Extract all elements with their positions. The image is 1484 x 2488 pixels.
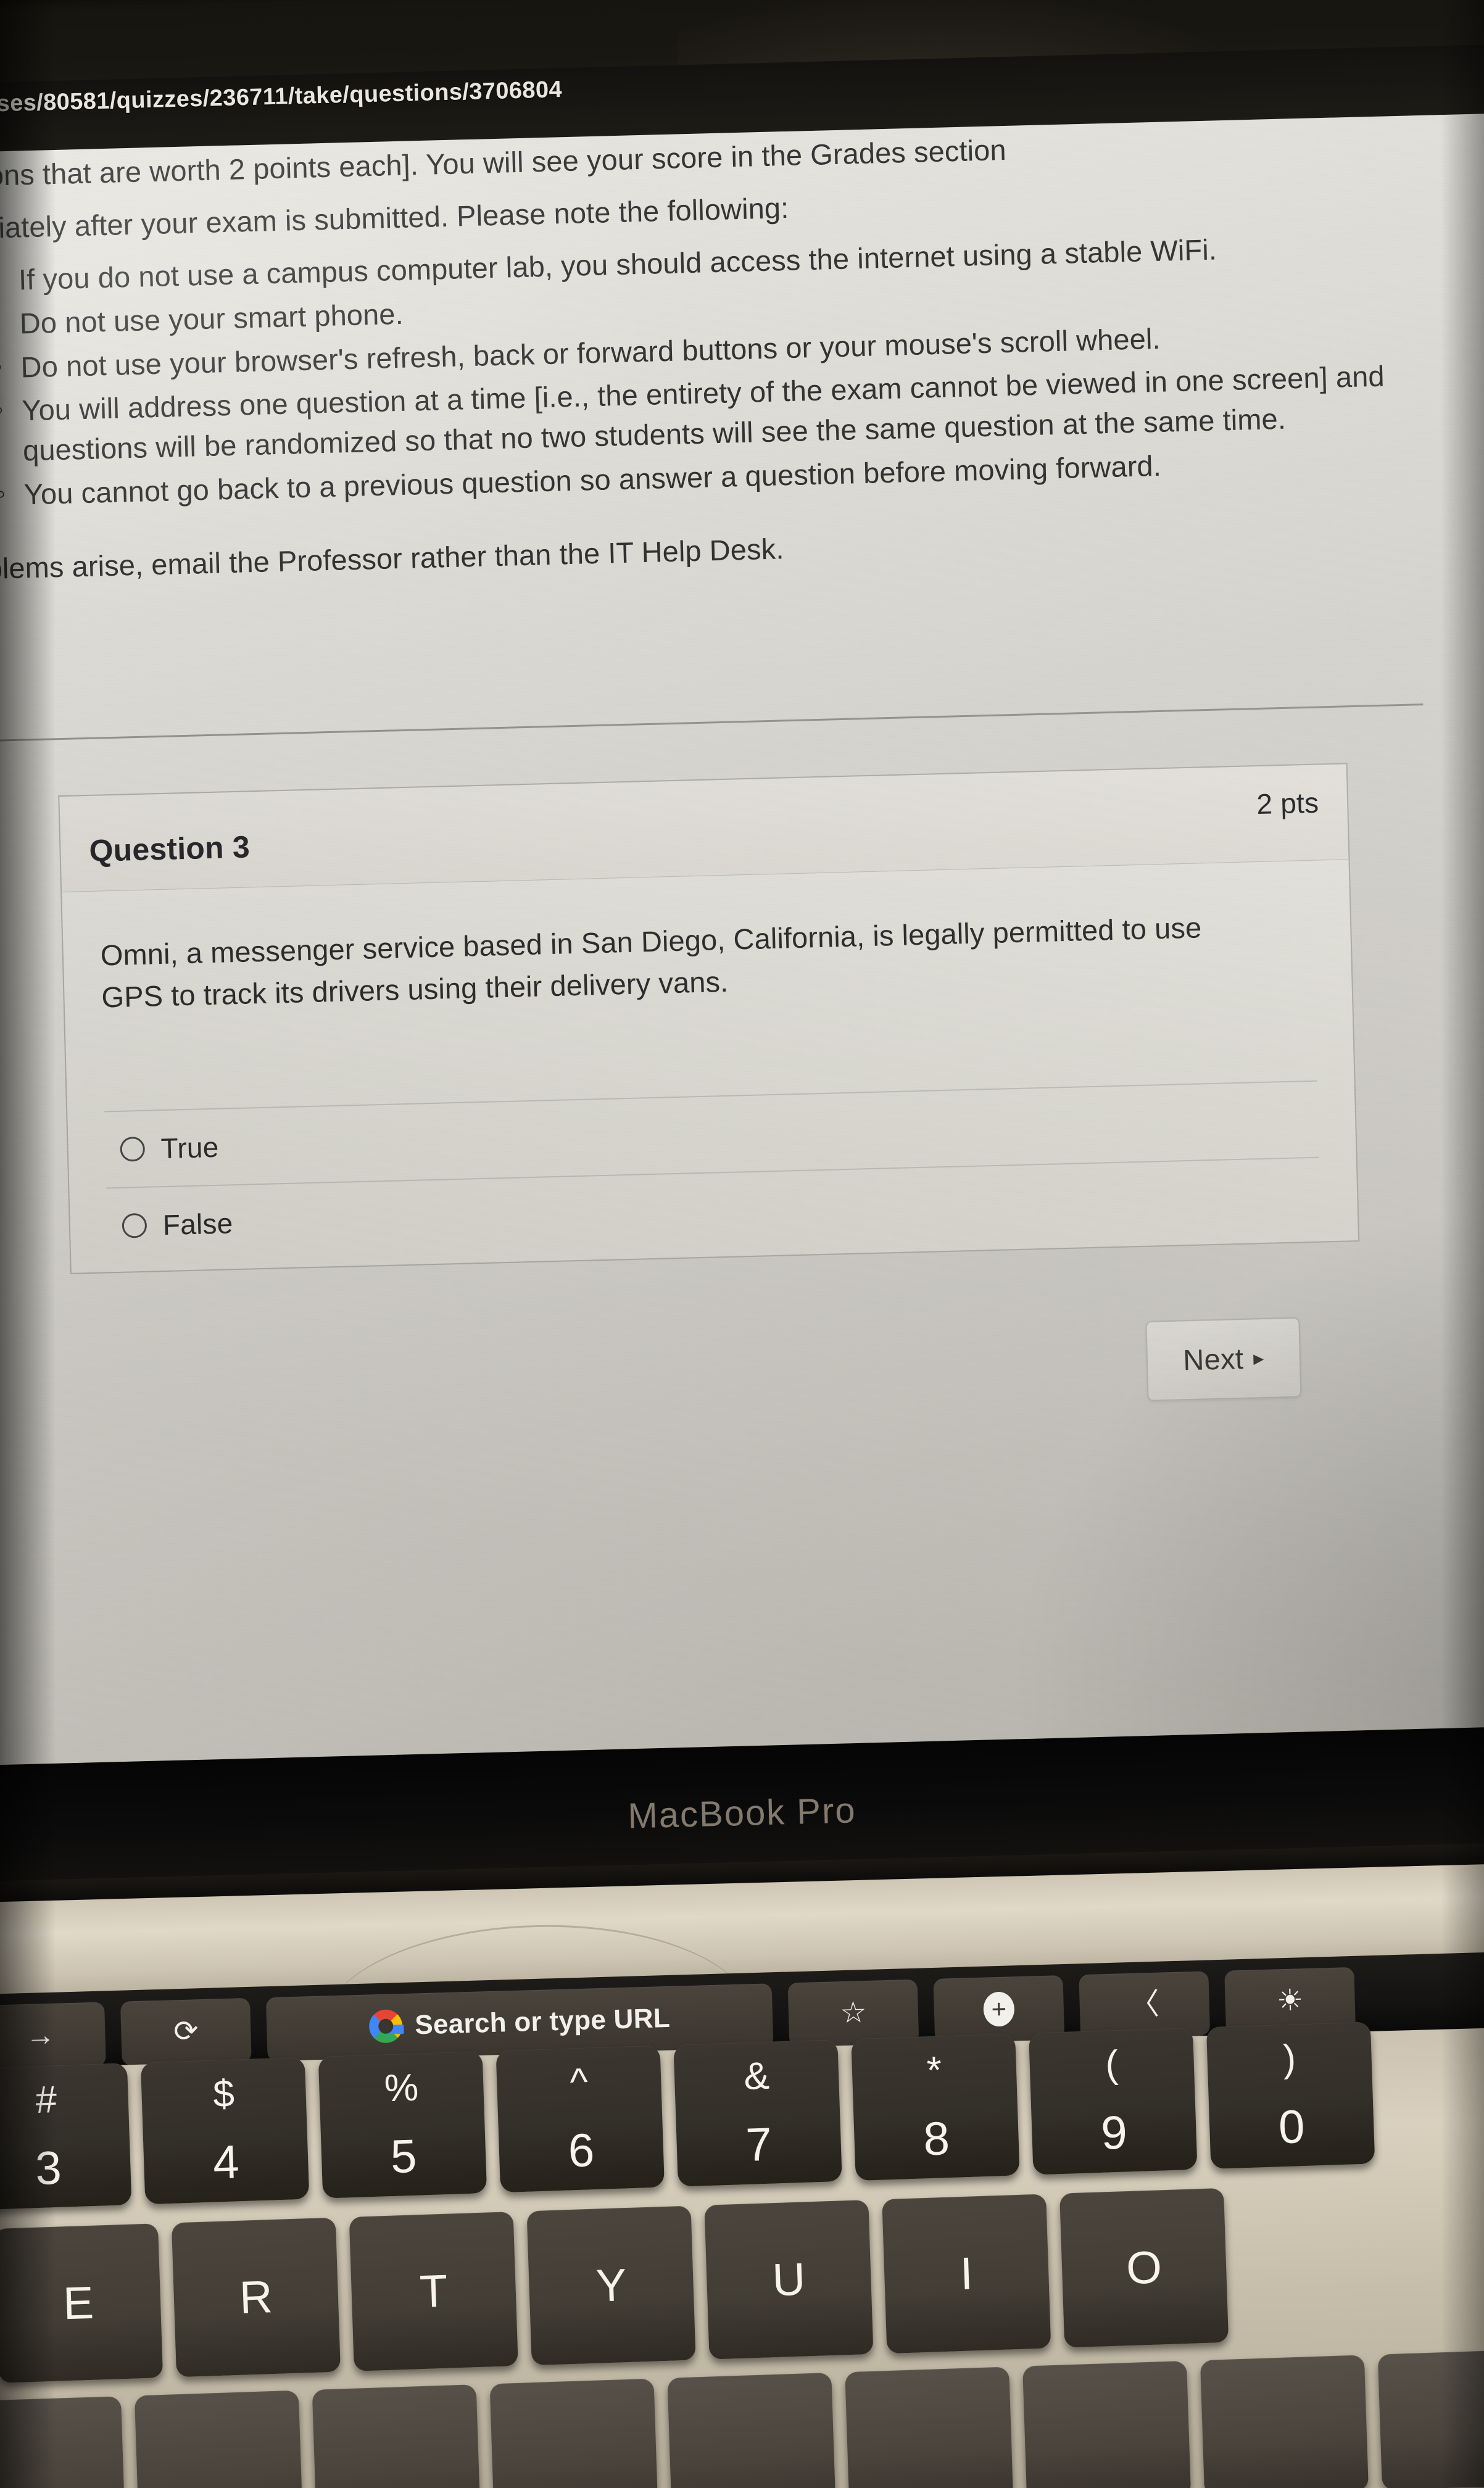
key-letter: T bbox=[418, 2265, 449, 2318]
key-3[interactable]: # 3 bbox=[0, 2063, 132, 2210]
key-number: 4 bbox=[212, 2136, 240, 2189]
chevron-left-icon: 〈 bbox=[1129, 1988, 1160, 2022]
answer-label: True bbox=[160, 1131, 220, 1165]
key-u[interactable]: U bbox=[704, 2199, 874, 2360]
key-partial[interactable] bbox=[1200, 2355, 1369, 2488]
instructions-list: If you do not use a campus computer lab,… bbox=[0, 225, 1411, 515]
key-symbol: * bbox=[926, 2049, 943, 2092]
key-partial[interactable] bbox=[0, 2396, 126, 2488]
key-number: 9 bbox=[1100, 2106, 1129, 2160]
key-t[interactable]: T bbox=[349, 2212, 518, 2371]
brightness-icon: ☀ bbox=[1276, 1984, 1304, 2018]
key-0[interactable]: ) 0 bbox=[1206, 2022, 1375, 2170]
key-symbol: ) bbox=[1282, 2037, 1297, 2081]
key-r[interactable]: R bbox=[171, 2217, 341, 2378]
google-logo-icon bbox=[368, 2009, 404, 2044]
key-number: 0 bbox=[1277, 2100, 1306, 2154]
key-letter: E bbox=[62, 2276, 95, 2329]
question-text: Omni, a messenger service based in San D… bbox=[100, 911, 1202, 1014]
key-7[interactable]: & 7 bbox=[673, 2039, 842, 2187]
laptop-screen: urses/80581/quizzes/236711/take/question… bbox=[0, 41, 1484, 1788]
next-button-row: Next ▸ bbox=[0, 1317, 1302, 1432]
key-partial[interactable] bbox=[312, 2384, 481, 2488]
key-number: 6 bbox=[567, 2124, 595, 2178]
key-partial[interactable] bbox=[1022, 2360, 1192, 2488]
key-symbol: # bbox=[35, 2078, 58, 2122]
next-button-label: Next bbox=[1182, 1342, 1244, 1377]
touchbar-reload-button[interactable]: ⟳ bbox=[120, 1997, 252, 2066]
key-partial[interactable] bbox=[845, 2366, 1014, 2488]
question-body: Omni, a messenger service based in San D… bbox=[60, 859, 1360, 1274]
key-e[interactable]: E bbox=[0, 2223, 164, 2383]
key-5[interactable]: % 5 bbox=[318, 2051, 487, 2199]
key-number: 3 bbox=[34, 2141, 62, 2196]
key-partial[interactable] bbox=[1377, 2349, 1484, 2488]
question-card: Question 3 2 pts Omni, a messenger servi… bbox=[58, 763, 1360, 1274]
key-number: 5 bbox=[389, 2129, 418, 2184]
quiz-content-column: questions that are worth 2 points each].… bbox=[0, 122, 1434, 1432]
arrow-right-icon: → bbox=[25, 2018, 56, 2053]
key-6[interactable]: ^ 6 bbox=[495, 2045, 665, 2193]
touchbar-search-label: Search or type URL bbox=[414, 2002, 671, 2041]
reload-icon: ⟳ bbox=[173, 2015, 199, 2049]
plus-circle-icon: + bbox=[983, 1991, 1015, 2027]
key-letter: O bbox=[1125, 2241, 1163, 2294]
key-symbol: ( bbox=[1105, 2042, 1119, 2086]
touchbar-forward-button[interactable]: → bbox=[0, 2002, 106, 2070]
next-button[interactable]: Next ▸ bbox=[1145, 1317, 1302, 1401]
question-title: Question 3 bbox=[88, 829, 251, 868]
key-8[interactable]: * 8 bbox=[851, 2033, 1020, 2181]
key-number: 8 bbox=[922, 2112, 951, 2166]
key-number: 7 bbox=[745, 2118, 773, 2171]
key-9[interactable]: ( 9 bbox=[1029, 2027, 1198, 2175]
answer-label: False bbox=[162, 1207, 233, 1242]
star-icon: ☆ bbox=[839, 1996, 868, 2030]
key-o[interactable]: O bbox=[1059, 2187, 1229, 2348]
key-letter: I bbox=[959, 2247, 974, 2300]
key-partial[interactable] bbox=[667, 2372, 836, 2488]
key-i[interactable]: I bbox=[882, 2194, 1051, 2354]
radio-button-icon[interactable] bbox=[122, 1213, 147, 1238]
key-letter: R bbox=[238, 2271, 273, 2323]
canvas-quiz-page: questions that are worth 2 points each].… bbox=[0, 110, 1484, 1788]
key-symbol: ^ bbox=[569, 2060, 589, 2104]
key-letter: Y bbox=[595, 2259, 628, 2312]
radio-button-icon[interactable] bbox=[120, 1137, 146, 1163]
key-y[interactable]: Y bbox=[526, 2205, 696, 2366]
brand-text: MacBook Pro bbox=[627, 1789, 857, 1836]
question-points: 2 pts bbox=[1256, 786, 1319, 820]
arrow-right-icon: ▸ bbox=[1253, 1346, 1265, 1370]
key-partial[interactable] bbox=[489, 2378, 658, 2488]
laptop-photo-scene: urses/80581/quizzes/236711/take/question… bbox=[0, 0, 1484, 2488]
key-symbol: % bbox=[383, 2066, 420, 2110]
key-symbol: & bbox=[743, 2054, 770, 2099]
key-4[interactable]: $ 4 bbox=[140, 2057, 310, 2205]
section-divider bbox=[0, 703, 1424, 742]
key-letter: U bbox=[771, 2253, 806, 2306]
key-partial[interactable] bbox=[134, 2390, 303, 2488]
answer-options: True False bbox=[104, 1080, 1321, 1264]
key-symbol: $ bbox=[212, 2072, 235, 2116]
closing-note: If problems arise, email the Professor r… bbox=[0, 532, 785, 587]
